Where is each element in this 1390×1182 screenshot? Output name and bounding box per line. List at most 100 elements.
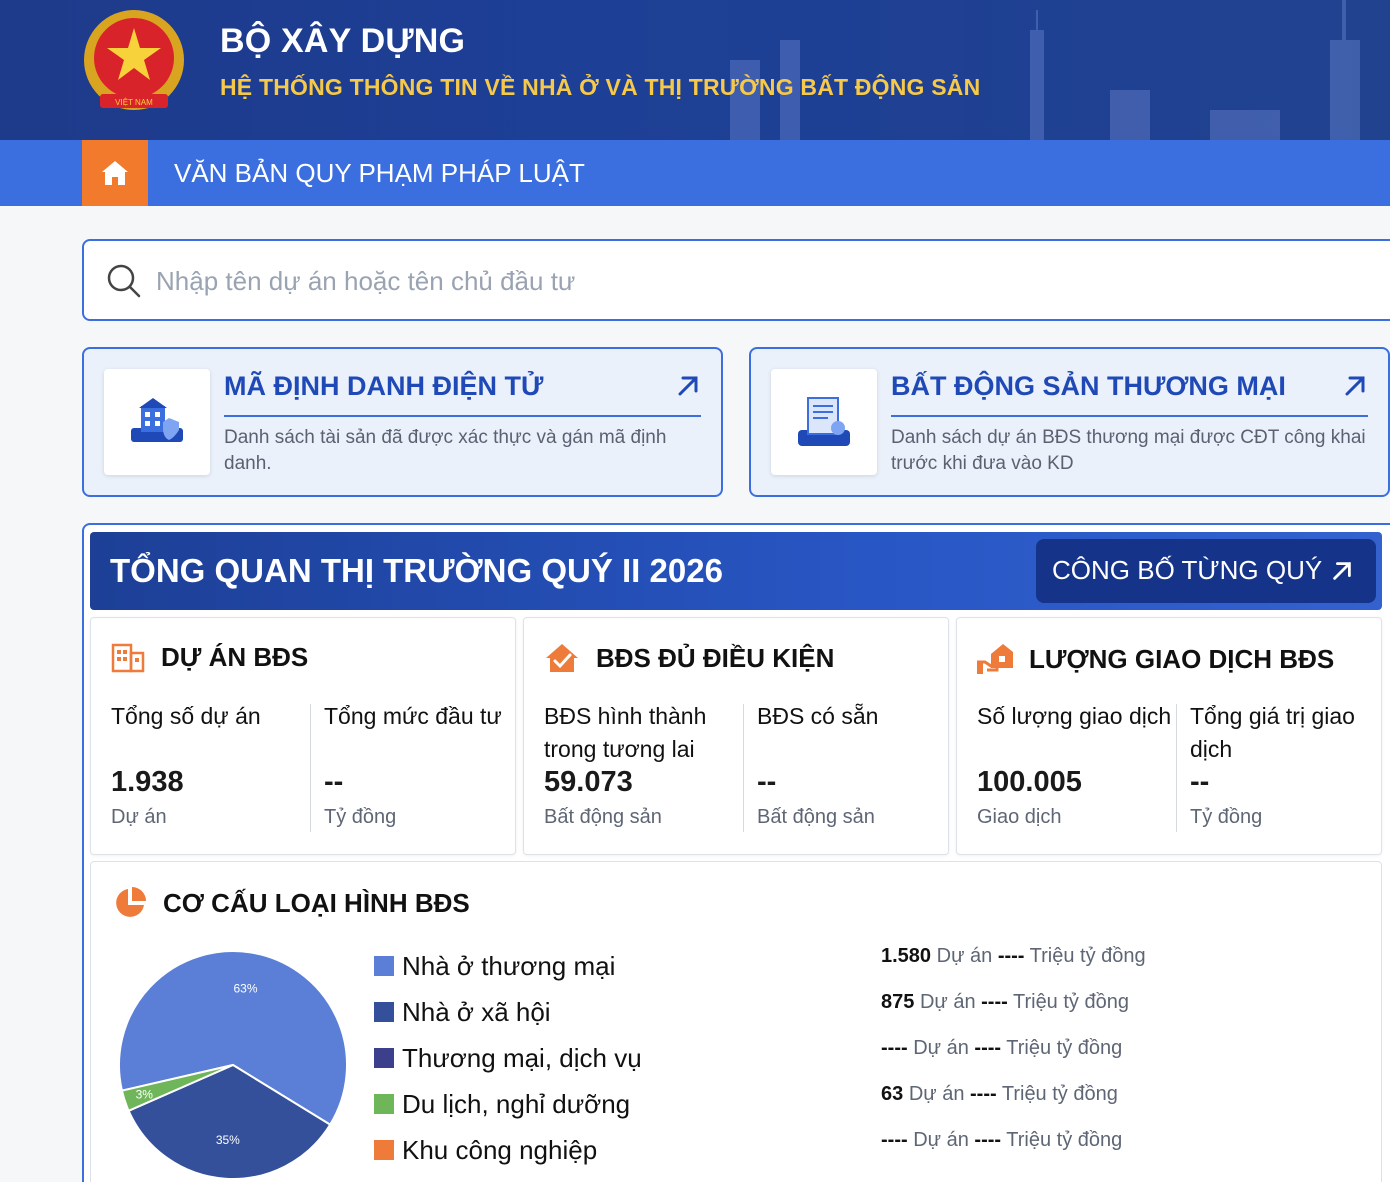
- structure-row: ---- Dự án ---- Triệu tỷ đồng: [881, 1125, 1146, 1171]
- legend-swatch: [374, 1002, 394, 1022]
- stat-value: --: [757, 766, 777, 798]
- card-description: Danh sách dự án BĐS thương mại được CĐT …: [891, 427, 1366, 474]
- column-divider: [310, 704, 311, 832]
- publish-quarterly-button[interactable]: CÔNG BỐ TỪNG QUÝ: [1036, 539, 1376, 603]
- structure-row: 875 Dự án ---- Triệu tỷ đồng: [881, 987, 1146, 1033]
- stat-value: 100.005: [977, 766, 1082, 798]
- investment-value: ----: [974, 1037, 1002, 1059]
- stat-unit: Bất động sản: [757, 806, 875, 828]
- stat-label: Tổng số dự án: [111, 703, 261, 729]
- structure-values: 1.580 Dự án ---- Triệu tỷ đồng 875 Dự án…: [881, 941, 1146, 1171]
- legend-item: Nhà ở thương mại: [374, 943, 642, 989]
- card-thumbnail: [771, 369, 877, 475]
- pie-slice-label: 3%: [136, 1087, 154, 1101]
- search-input[interactable]: [156, 261, 1056, 301]
- legend-swatch: [374, 1048, 394, 1068]
- stat-title: BĐS ĐỦ ĐIỀU KIỆN: [596, 642, 835, 673]
- investment-unit: Triệu tỷ đồng: [1001, 1083, 1118, 1105]
- pie-slice-label: 35%: [216, 1133, 240, 1147]
- site-title: BỘ XÂY DỰNG: [220, 22, 466, 60]
- card-divider: [224, 415, 701, 417]
- stat-card-projects: DỰ ÁN BĐS Tổng số dự án 1.938 Dự án Tổng…: [90, 617, 516, 855]
- stat-label: BĐS hình thành trong tương lai: [544, 703, 707, 762]
- structure-row: 1.580 Dự án ---- Triệu tỷ đồng: [881, 941, 1146, 987]
- legend-swatch: [374, 1140, 394, 1160]
- project-unit: Dự án: [913, 1129, 969, 1151]
- legend-item: Thương mại, dịch vụ: [374, 1035, 642, 1081]
- project-unit: Dự án: [913, 1037, 969, 1059]
- stat-value: --: [324, 766, 344, 798]
- legend-swatch: [374, 1094, 394, 1114]
- legend-item: Nhà ở xã hội: [374, 989, 642, 1035]
- property-type-pie-chart: 63% 35% 3%: [118, 950, 348, 1180]
- emblem-text: VIỆT NAM: [115, 98, 153, 107]
- legend-item: Khu công nghiệp: [374, 1127, 642, 1173]
- publish-button-label: CÔNG BỐ TỪNG QUÝ: [1052, 555, 1323, 585]
- search-box: [82, 239, 1390, 321]
- arrow-up-right-icon[interactable]: [675, 373, 701, 399]
- stat-card-transactions: LƯỢNG GIAO DỊCH BĐS Số lượng giao dịch 1…: [956, 617, 1382, 855]
- column-divider: [1176, 704, 1177, 832]
- stat-title: LƯỢNG GIAO DỊCH BĐS: [1029, 643, 1335, 674]
- legend-swatch: [374, 956, 394, 976]
- card-title: BẤT ĐỘNG SẢN THƯƠNG MẠI: [891, 371, 1286, 401]
- investment-value: ----: [974, 1129, 1002, 1151]
- legend-label: Khu công nghiệp: [402, 1134, 598, 1165]
- card-thumbnail: [104, 369, 210, 475]
- investment-unit: Triệu tỷ đồng: [1006, 1129, 1123, 1151]
- arrow-up-right-icon: [1333, 562, 1351, 580]
- stat-label: Tổng mức đầu tư: [324, 703, 502, 729]
- national-emblem-icon: VIỆT NAM: [84, 10, 184, 110]
- nav-item-legal-documents[interactable]: VĂN BẢN QUY PHẠM PHÁP LUẬT: [174, 158, 585, 189]
- stat-label: Tổng giá trị giao dịch: [1190, 703, 1355, 762]
- stat-card-eligible-properties: BĐS ĐỦ ĐIỀU KIỆN BĐS hình thành trong tư…: [523, 617, 949, 855]
- project-unit: Dự án: [936, 945, 993, 967]
- documents-stack-icon: [798, 397, 850, 446]
- home-button[interactable]: [82, 140, 148, 206]
- structure-title: CƠ CẤU LOẠI HÌNH BĐS: [163, 887, 470, 918]
- overview-title: TỔNG QUAN THỊ TRƯỜNG QUÝ II 2026: [110, 552, 723, 589]
- stat-label: BĐS có sẵn: [757, 703, 879, 729]
- site-header: VIỆT NAM BỘ XÂY DỰNG HỆ THỐNG THÔNG TIN …: [0, 0, 1390, 140]
- home-icon: [102, 161, 128, 185]
- house-check-icon: [546, 644, 578, 672]
- stat-title: DỰ ÁN BĐS: [161, 642, 309, 672]
- stat-unit: Tỷ đồng: [324, 806, 397, 828]
- investment-value: ----: [981, 991, 1008, 1013]
- investment-unit: Triệu tỷ đồng: [1006, 1037, 1123, 1059]
- search-icon[interactable]: [106, 263, 142, 299]
- project-count: 875: [881, 991, 915, 1013]
- project-count: ----: [881, 1129, 908, 1151]
- column-divider: [743, 704, 744, 832]
- card-electronic-id[interactable]: MÃ ĐỊNH DANH ĐIỆN TỬ Danh sách tài sản đ…: [82, 347, 723, 497]
- card-commercial-real-estate[interactable]: BẤT ĐỘNG SẢN THƯƠNG MẠI Danh sách dự án …: [749, 347, 1390, 497]
- legend-label: Thương mại, dịch vụ: [402, 1042, 642, 1073]
- investment-unit: Triệu tỷ đồng: [1012, 991, 1129, 1013]
- stat-label: Số lượng giao dịch: [977, 703, 1172, 729]
- stat-value: 1.938: [111, 766, 184, 798]
- card-description: Danh sách tài sản đã được xác thực và gá…: [224, 427, 667, 474]
- legend-label: Nhà ở thương mại: [402, 950, 616, 981]
- stat-unit: Dự án: [111, 806, 167, 828]
- project-unit: Dự án: [919, 991, 976, 1013]
- investment-value: ----: [970, 1083, 997, 1105]
- project-count: ----: [881, 1037, 908, 1059]
- stat-unit: Tỷ đồng: [1190, 806, 1263, 828]
- pie-legend: Nhà ở thương mại Nhà ở xã hội Thương mại…: [374, 943, 642, 1173]
- legend-label: Du lịch, nghỉ dưỡng: [402, 1088, 631, 1119]
- skyline-decoration: [730, 0, 1360, 140]
- stat-value: 59.073: [544, 766, 633, 798]
- arrow-up-right-icon[interactable]: [1342, 373, 1368, 399]
- investment-unit: Triệu tỷ đồng: [1029, 945, 1146, 967]
- building-shield-icon: [131, 398, 183, 442]
- transaction-house-icon: [977, 644, 1013, 674]
- legend-label: Nhà ở xã hội: [402, 996, 551, 1027]
- project-unit: Dự án: [908, 1083, 965, 1105]
- stat-unit: Bất động sản: [544, 806, 662, 828]
- main-nav: VĂN BẢN QUY PHẠM PHÁP LUẬT: [0, 140, 1390, 206]
- structure-row: 63 Dự án ---- Triệu tỷ đồng: [881, 1079, 1146, 1125]
- project-count: 63: [881, 1083, 904, 1105]
- structure-row: ---- Dự án ---- Triệu tỷ đồng: [881, 1033, 1146, 1079]
- legend-item: Du lịch, nghỉ dưỡng: [374, 1081, 642, 1127]
- pie-chart-icon: [116, 887, 146, 917]
